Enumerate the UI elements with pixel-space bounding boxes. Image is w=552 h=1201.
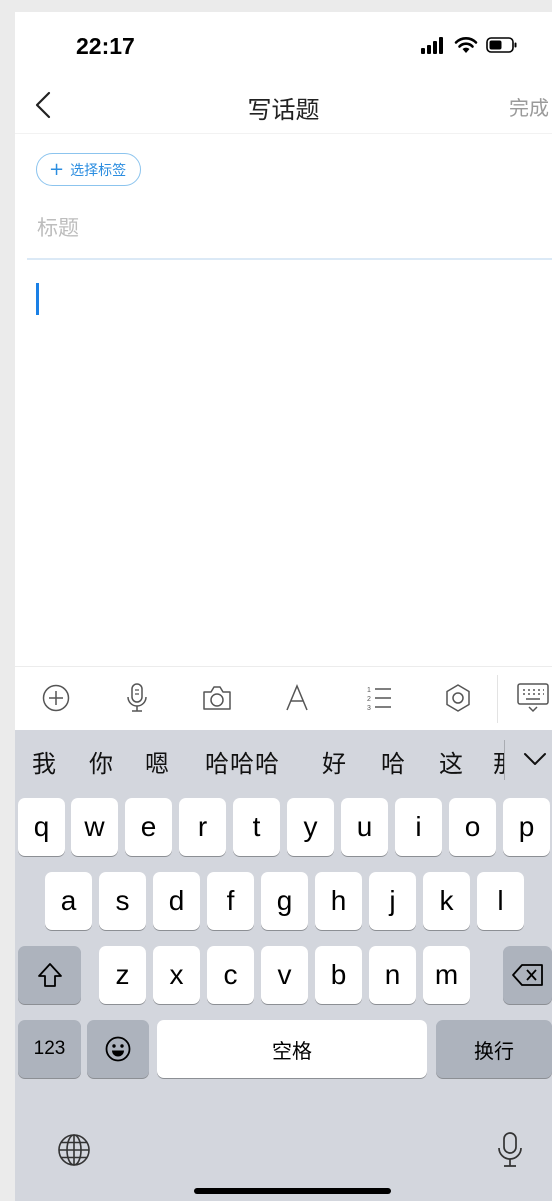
candidate-word[interactable]: 嗯 xyxy=(145,744,170,779)
numbers-key[interactable]: 123 xyxy=(18,1020,81,1078)
candidate-word[interactable]: 哈 xyxy=(381,744,406,779)
key-b[interactable]: b xyxy=(315,946,362,1004)
text-cursor xyxy=(36,283,39,315)
done-button[interactable]: 完成 xyxy=(509,92,549,121)
title-divider xyxy=(27,258,552,260)
key-q[interactable]: q xyxy=(18,798,65,856)
shift-icon xyxy=(37,963,62,987)
editor-toolbar: 1 2 3 xyxy=(15,666,552,730)
svg-text:3: 3 xyxy=(367,705,371,712)
phone-screen: 22:17 写话题 完成 + 选择标签 标题 1 2 3 我 你 嗯 哈哈哈 好… xyxy=(15,12,552,1201)
select-tag-label: 选择标签 xyxy=(70,162,127,179)
status-bar: 22:17 xyxy=(15,12,552,78)
candidate-separator xyxy=(504,740,505,780)
settings-icon[interactable] xyxy=(440,680,476,716)
key-p[interactable]: p xyxy=(503,798,550,856)
key-m[interactable]: m xyxy=(423,946,470,1004)
key-h[interactable]: h xyxy=(315,872,362,930)
delete-key[interactable] xyxy=(503,946,552,1004)
svg-text:1: 1 xyxy=(367,687,371,694)
svg-text:2: 2 xyxy=(367,696,371,703)
key-x[interactable]: x xyxy=(153,946,200,1004)
camera-icon[interactable] xyxy=(199,680,235,716)
key-o[interactable]: o xyxy=(449,798,496,856)
key-f[interactable]: f xyxy=(207,872,254,930)
space-key[interactable]: 空格 xyxy=(157,1020,427,1078)
shift-key[interactable] xyxy=(18,946,81,1004)
select-tag-button[interactable]: + 选择标签 xyxy=(36,153,142,186)
emoji-key[interactable] xyxy=(87,1020,149,1078)
numbered-list-icon[interactable]: 1 2 3 xyxy=(361,680,397,716)
wifi-icon xyxy=(454,37,478,53)
key-c[interactable]: c xyxy=(207,946,254,1004)
microphone-icon[interactable] xyxy=(119,680,155,716)
key-r[interactable]: r xyxy=(179,798,226,856)
key-w[interactable]: w xyxy=(71,798,118,856)
battery-icon xyxy=(486,37,517,53)
candidate-word[interactable]: 好 xyxy=(322,744,347,779)
dictation-microphone-icon[interactable] xyxy=(490,1130,530,1170)
key-y[interactable]: y xyxy=(287,798,334,856)
key-i[interactable]: i xyxy=(395,798,442,856)
key-a[interactable]: a xyxy=(45,872,92,930)
key-k[interactable]: k xyxy=(423,872,470,930)
key-t[interactable]: t xyxy=(233,798,280,856)
key-s[interactable]: s xyxy=(99,872,146,930)
plus-icon: + xyxy=(49,158,65,180)
home-indicator xyxy=(194,1188,391,1194)
key-l[interactable]: l xyxy=(477,872,524,930)
key-z[interactable]: z xyxy=(99,946,146,1004)
key-n[interactable]: n xyxy=(369,946,416,1004)
candidate-word[interactable]: 哈哈哈 xyxy=(205,744,280,779)
key-j[interactable]: j xyxy=(369,872,416,930)
key-d[interactable]: d xyxy=(153,872,200,930)
candidate-bar: 我 你 嗯 哈哈哈 好 哈 这 那 xyxy=(15,730,552,790)
globe-icon[interactable] xyxy=(54,1130,94,1170)
font-icon[interactable] xyxy=(279,680,315,716)
candidate-word[interactable]: 那 xyxy=(493,744,504,779)
status-time: 22:17 xyxy=(76,33,135,59)
key-u[interactable]: u xyxy=(341,798,388,856)
emoji-icon xyxy=(105,1036,131,1062)
chevron-down-icon[interactable] xyxy=(522,748,548,770)
keyboard-hide-icon[interactable] xyxy=(515,680,551,716)
add-icon[interactable] xyxy=(38,680,74,716)
cellular-signal-icon xyxy=(421,37,443,54)
toolbar-divider xyxy=(497,675,498,723)
key-v[interactable]: v xyxy=(261,946,308,1004)
candidate-word[interactable]: 我 xyxy=(32,744,57,779)
page-title: 写话题 xyxy=(247,96,320,124)
key-e[interactable]: e xyxy=(125,798,172,856)
keyboard: 我 你 嗯 哈哈哈 好 哈 这 那 q w e r t y u i o p a … xyxy=(15,730,552,1201)
key-g[interactable]: g xyxy=(261,872,308,930)
return-key[interactable]: 换行 xyxy=(436,1020,552,1078)
status-icons xyxy=(420,36,518,54)
title-input[interactable] xyxy=(37,210,552,246)
nav-bar: 写话题 完成 xyxy=(15,78,552,134)
candidate-word[interactable]: 这 xyxy=(439,744,464,779)
backspace-icon xyxy=(511,964,543,986)
candidate-word[interactable]: 你 xyxy=(89,744,114,779)
